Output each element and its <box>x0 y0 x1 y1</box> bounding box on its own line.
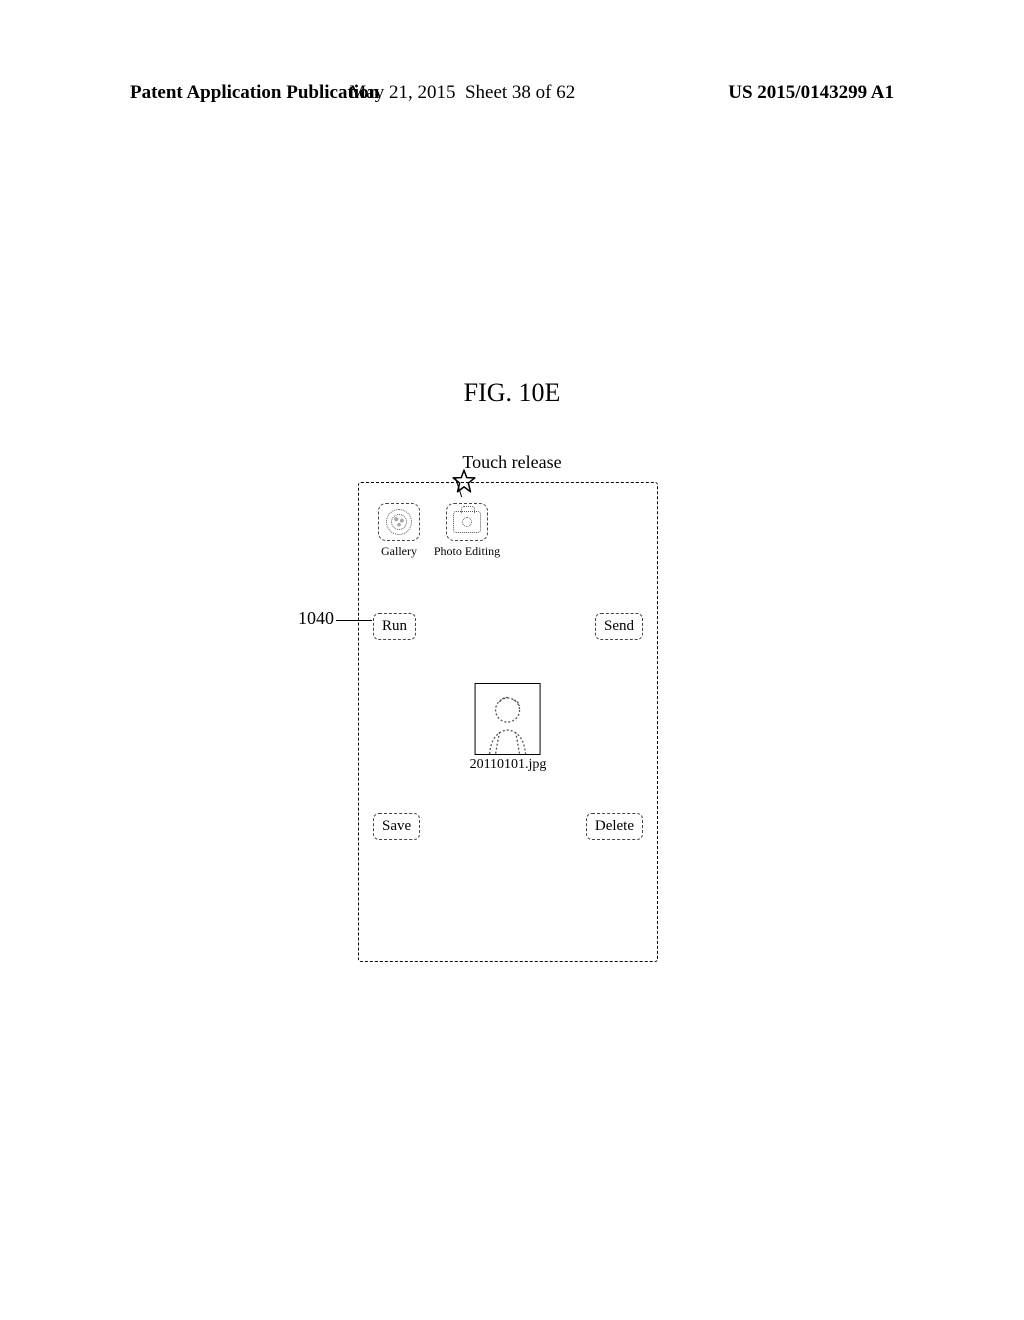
person-icon <box>480 688 536 754</box>
touch-release-star-icon <box>451 469 477 500</box>
publication-number: US 2015/0143299 A1 <box>728 82 894 104</box>
photo-editing-app[interactable]: Photo Editing <box>439 503 495 559</box>
gallery-label: Gallery <box>381 544 417 559</box>
publication-date: May 21, 2015 <box>349 82 455 103</box>
file-name: 20110101.jpg <box>470 757 547 773</box>
delete-button[interactable]: Delete <box>586 813 643 840</box>
device-frame: Gallery Photo Editing Run Send Save Dele… <box>358 482 658 962</box>
gallery-app[interactable]: Gallery <box>371 503 427 559</box>
page-header: Patent Application Publication May 21, 2… <box>0 82 1024 104</box>
file-thumbnail[interactable] <box>475 683 541 755</box>
gallery-icon <box>378 503 420 541</box>
run-button[interactable]: Run <box>373 613 416 640</box>
publication-type: Patent Application Publication <box>130 82 379 104</box>
header-center: May 21, 2015 Sheet 38 of 62 <box>349 82 575 104</box>
photo-editing-label: Photo Editing <box>434 544 500 559</box>
star-icon <box>451 469 477 495</box>
app-icon-row: Gallery Photo Editing <box>371 503 495 559</box>
camera-icon <box>446 503 488 541</box>
file-thumbnail-group: 20110101.jpg <box>470 683 547 773</box>
sheet-number: Sheet 38 of 62 <box>465 82 575 103</box>
patent-page: Patent Application Publication May 21, 2… <box>0 0 1024 1320</box>
send-button[interactable]: Send <box>595 613 643 640</box>
figure-title: FIG. 10E <box>464 378 561 408</box>
save-button[interactable]: Save <box>373 813 420 840</box>
touch-release-label: Touch release <box>462 452 561 473</box>
callout-1040: 1040 <box>298 608 334 629</box>
